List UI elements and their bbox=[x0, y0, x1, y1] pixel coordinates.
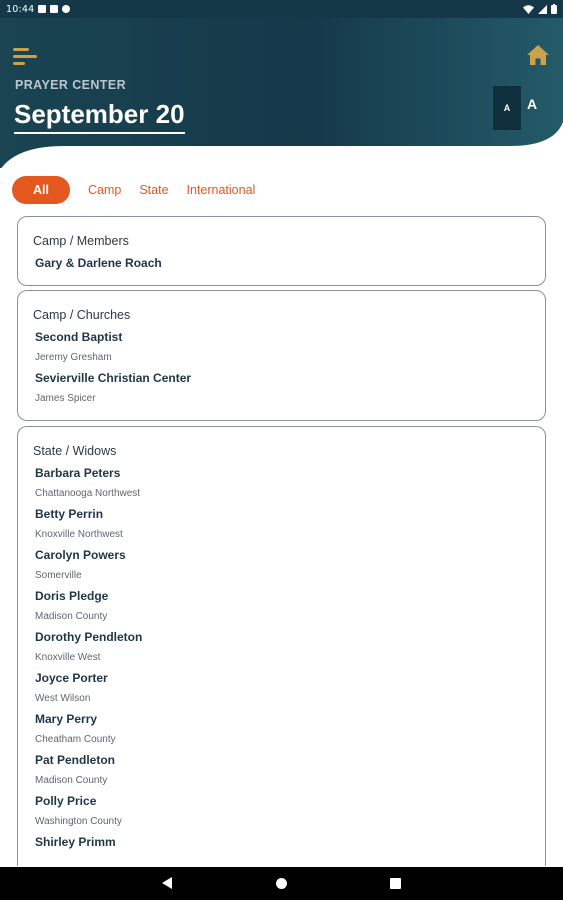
entry-name: Betty Perrin bbox=[35, 507, 104, 521]
list-item[interactable]: Sevierville Christian Center James Spice… bbox=[33, 368, 530, 409]
sync-icon bbox=[62, 5, 71, 13]
entry-sub: Cheatham County bbox=[35, 734, 116, 745]
notification-icon bbox=[38, 5, 47, 13]
status-left: 10:44 bbox=[6, 3, 71, 15]
list-item[interactable]: Mary Perry Cheatham County bbox=[33, 709, 530, 750]
entry-name: Gary & Darlene Roach bbox=[35, 256, 162, 270]
entry-sub: Chattanooga Northwest bbox=[35, 488, 141, 499]
entry-name: Joyce Porter bbox=[35, 671, 108, 685]
entry-sub: Knoxville West bbox=[35, 652, 101, 663]
list-item[interactable]: Barbara Peters Chattanooga Northwest bbox=[33, 463, 530, 504]
home-icon[interactable] bbox=[526, 44, 550, 66]
filter-camp[interactable]: Camp bbox=[79, 176, 130, 204]
card-title: Camp / Churches bbox=[33, 308, 131, 322]
list-item[interactable]: Joyce Porter West Wilson bbox=[33, 668, 530, 709]
entry-sub: Somerville bbox=[35, 570, 82, 581]
entry-sub: Madison County bbox=[35, 775, 108, 786]
entry-name: Sevierville Christian Center bbox=[35, 371, 192, 385]
recents-icon[interactable] bbox=[390, 878, 401, 889]
entry-sub: Madison County bbox=[35, 611, 108, 622]
list-item[interactable]: Betty Perrin Knoxville Northwest bbox=[33, 504, 530, 545]
entry-name: Pat Pendleton bbox=[35, 753, 116, 767]
entry-name: Carolyn Powers bbox=[35, 548, 126, 562]
list-item[interactable]: Gary & Darlene Roach bbox=[33, 253, 530, 273]
entry-sub: James Spicer bbox=[35, 393, 96, 404]
filter-chips: All Camp State International bbox=[12, 176, 264, 204]
menu-icon-line bbox=[13, 62, 25, 65]
entry-name: Shirley Primm bbox=[35, 835, 116, 849]
card-camp-churches: Camp / Churches Second Baptist Jeremy Gr… bbox=[17, 290, 546, 421]
entry-sub: Washington County bbox=[35, 816, 122, 827]
font-size-increase-button[interactable]: A bbox=[527, 96, 537, 112]
font-size-small-label: A bbox=[503, 103, 511, 113]
date-title[interactable]: September 20 bbox=[14, 98, 185, 134]
signal-icon bbox=[538, 4, 547, 14]
status-time: 10:44 bbox=[6, 3, 35, 15]
entry-sub: Jeremy Gresham bbox=[35, 352, 112, 363]
status-right bbox=[523, 4, 557, 14]
card-title: State / Widows bbox=[33, 444, 117, 458]
entry-name: Polly Price bbox=[35, 794, 97, 808]
card-state-widows: State / Widows Barbara Peters Chattanoog… bbox=[17, 426, 546, 866]
sim-icon bbox=[50, 5, 59, 13]
entry-name: Mary Perry bbox=[35, 712, 98, 726]
battery-icon bbox=[551, 4, 557, 14]
font-size-decrease-button[interactable]: A bbox=[493, 86, 521, 130]
filter-all[interactable]: All bbox=[12, 176, 70, 204]
entry-name: Doris Pledge bbox=[35, 589, 109, 603]
list-item[interactable]: Dorothy Pendleton Knoxville West bbox=[33, 627, 530, 668]
list-item[interactable]: Polly Price Washington County bbox=[33, 791, 530, 832]
list-item[interactable]: Second Baptist Jeremy Gresham bbox=[33, 327, 530, 368]
entry-name: Second Baptist bbox=[35, 330, 123, 344]
back-icon[interactable] bbox=[162, 877, 172, 889]
entry-sub: Knoxville Northwest bbox=[35, 529, 123, 540]
navigation-bar bbox=[0, 867, 563, 900]
menu-icon-line bbox=[13, 55, 37, 58]
entry-name: Barbara Peters bbox=[35, 466, 121, 480]
filter-state[interactable]: State bbox=[130, 176, 177, 204]
list-item[interactable]: Carolyn Powers Somerville bbox=[33, 545, 530, 586]
list-item[interactable]: Pat Pendleton Madison County bbox=[33, 750, 530, 791]
home-circle-icon[interactable] bbox=[276, 878, 287, 889]
header: PRAYER CENTER September 20 A A bbox=[0, 18, 563, 168]
menu-button[interactable] bbox=[13, 46, 37, 66]
card-camp-members: Camp / Members Gary & Darlene Roach bbox=[17, 216, 546, 286]
status-bar: 10:44 bbox=[0, 0, 563, 18]
entry-name: Dorothy Pendleton bbox=[35, 630, 143, 644]
wifi-icon bbox=[523, 4, 534, 14]
menu-icon-line bbox=[13, 48, 29, 51]
section-eyebrow: PRAYER CENTER bbox=[15, 78, 127, 92]
list-item[interactable]: Shirley Primm bbox=[33, 832, 530, 852]
card-title: Camp / Members bbox=[33, 234, 129, 248]
list-item[interactable]: Doris Pledge Madison County bbox=[33, 586, 530, 627]
filter-international[interactable]: International bbox=[178, 176, 265, 204]
header-background bbox=[0, 18, 563, 168]
entry-sub: West Wilson bbox=[35, 693, 91, 704]
